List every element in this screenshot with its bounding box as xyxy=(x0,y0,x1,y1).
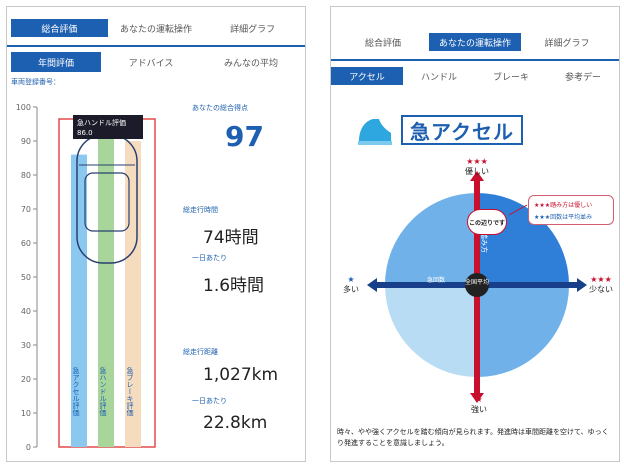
axis-top-text: 優しい xyxy=(465,167,489,176)
tab-advice[interactable]: アドバイス xyxy=(101,52,201,72)
stars-bottom: ★ xyxy=(475,395,483,404)
right-main-tabs: 総合評価 あなたの運転操作 詳細グラフ xyxy=(331,33,619,51)
tab-reference-data[interactable]: 参考デー xyxy=(547,67,619,85)
total-distance-value: 1,027km xyxy=(203,365,279,385)
registration-number-label: 車両登録番号： xyxy=(11,78,60,86)
tab-your-driving[interactable]: あなたの運転操作 xyxy=(108,19,205,37)
strength-axis-label: 踏み方 xyxy=(480,232,489,253)
right-sub-tabs: アクセル ハンドル ブレーキ 参考デー xyxy=(331,67,619,85)
axis-top-label: ★★★ 優しい xyxy=(465,157,489,177)
y-tick-label: 0 xyxy=(26,443,31,452)
tab-divider xyxy=(7,45,305,47)
gauge-bar-label: 急ハンドル評価 xyxy=(99,366,107,417)
legend-line-frequency: ★★★回数は平均並み xyxy=(534,214,593,221)
left-sub-tabs: 年間評価 アドバイス みんなの平均 xyxy=(7,52,305,72)
y-tick-label: 50 xyxy=(21,273,31,282)
stars-left: ★ xyxy=(347,275,355,284)
result-legend: ★★★踏み方は優しい ★★★回数は平均並み xyxy=(528,195,614,225)
advice-text: 時々、やや強くアクセルを踏む傾向が見られます。発進時は車間距離を空けて、ゆっくり… xyxy=(337,428,609,447)
tab-brake[interactable]: ブレーキ xyxy=(475,67,547,85)
y-tick-label: 80 xyxy=(21,171,31,180)
tab-your-driving[interactable]: あなたの運転操作 xyxy=(429,33,521,51)
y-tick-label: 20 xyxy=(21,375,31,384)
section-title: 急アクセル xyxy=(401,115,523,145)
axis-left-text: 多い xyxy=(343,285,359,294)
legend-line-strength: ★★★踏み方は優しい xyxy=(534,202,593,209)
total-time-value: 74時間 xyxy=(203,228,259,248)
tab-everyone-average[interactable]: みんなの平均 xyxy=(201,52,301,72)
quadrant-top-left xyxy=(385,193,477,285)
gauge-bar-label: 急アクセル評価 xyxy=(72,366,80,417)
overall-evaluation-panel: 総合評価 あなたの運転操作 詳細グラフ 年間評価 アドバイス みんなの平均 車両… xyxy=(6,6,306,462)
your-position-bubble: この辺りです xyxy=(467,209,507,235)
evaluation-gauge-chart: 1009080706050403020100急アクセル評価 急ハンドル評価 急ブレー… xyxy=(16,103,156,452)
axis-right-text: 少ない xyxy=(589,285,613,294)
y-tick-label: 100 xyxy=(16,103,31,112)
y-tick-label: 40 xyxy=(21,307,31,316)
y-tick-label: 30 xyxy=(21,341,31,350)
stars-top: ★★★ xyxy=(466,157,488,166)
frequency-axis-label: 急回数 xyxy=(427,276,445,284)
y-tick-label: 90 xyxy=(21,137,31,146)
gauge-bar-label: 急ブレーキ評価 xyxy=(126,366,134,417)
overlay-label: 急ハンドル評価 xyxy=(77,118,126,127)
y-tick-label: 60 xyxy=(21,239,31,248)
arrow-left-icon xyxy=(367,278,377,292)
overlay-value: 86.0 xyxy=(77,129,93,137)
total-distance-label: 総走行距離 xyxy=(183,348,218,356)
shoe-icon xyxy=(358,119,392,145)
axis-left-label: ★ 多い xyxy=(343,275,359,295)
daily-time-label: 一日あたり xyxy=(192,254,227,262)
total-score-label: あなたの総合得点 xyxy=(192,104,248,112)
quadrant-bottom-right xyxy=(477,285,569,377)
total-time-label: 総走行時間 xyxy=(183,206,218,214)
daily-distance-value: 22.8km xyxy=(203,413,268,433)
y-tick-label: 70 xyxy=(21,205,31,214)
daily-distance-label: 一日あたり xyxy=(192,397,227,405)
tab-steering[interactable]: ハンドル xyxy=(403,67,475,85)
tab-divider xyxy=(331,59,619,61)
axis-bottom-label: ★ 強い xyxy=(471,395,487,415)
tab-overall-evaluation[interactable]: 総合評価 xyxy=(11,19,108,37)
total-score-value: 97 xyxy=(225,120,264,153)
axis-bottom-text: 強い xyxy=(471,405,487,414)
tab-detail-graph[interactable]: 詳細グラフ xyxy=(521,33,613,51)
center-label: 全国平均 xyxy=(465,278,489,286)
stars-right: ★★★ xyxy=(590,275,612,284)
arrow-right-icon xyxy=(577,278,587,292)
tab-accelerator[interactable]: アクセル xyxy=(331,67,403,85)
left-main-tabs: 総合評価 あなたの運転操作 詳細グラフ xyxy=(7,19,305,37)
daily-time-value: 1.6時間 xyxy=(203,276,265,296)
y-tick-label: 10 xyxy=(21,409,31,418)
driving-operation-panel: 総合評価 あなたの運転操作 詳細グラフ アクセル ハンドル ブレーキ 参考デー … xyxy=(330,6,620,462)
tab-annual-evaluation[interactable]: 年間評価 xyxy=(11,52,101,72)
tab-detail-graph[interactable]: 詳細グラフ xyxy=(204,19,301,37)
axis-right-label: ★★★ 少ない xyxy=(589,275,613,295)
tab-overall-evaluation[interactable]: 総合評価 xyxy=(337,33,429,51)
